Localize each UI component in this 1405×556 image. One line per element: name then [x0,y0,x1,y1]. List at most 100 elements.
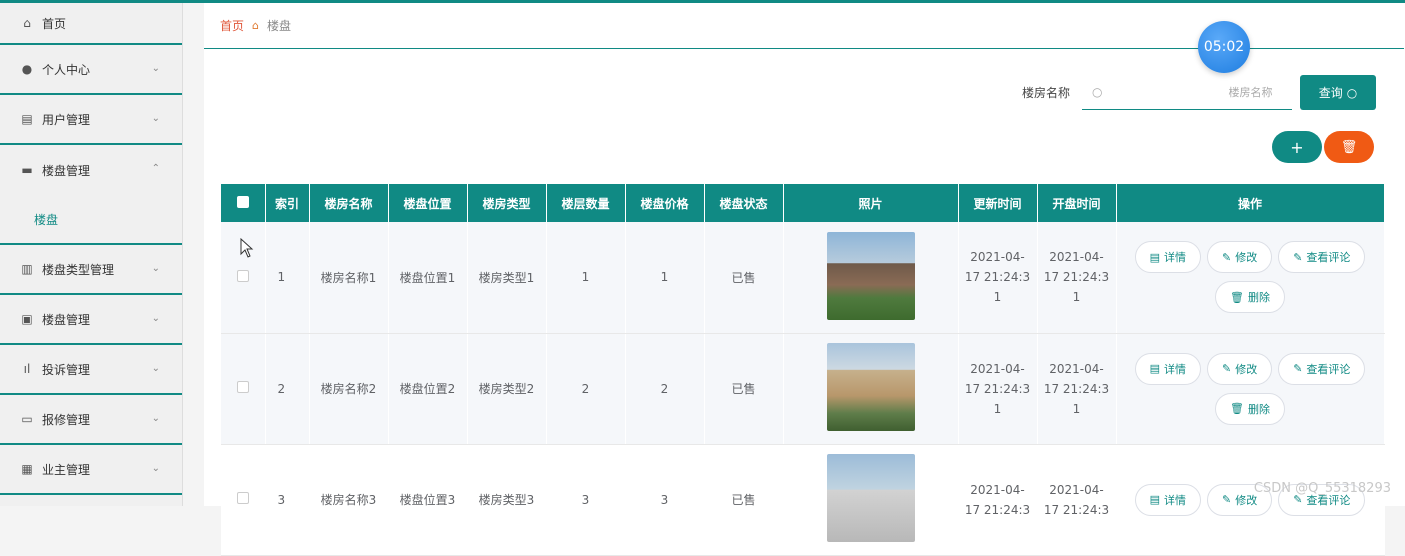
sidebar-item-label: 用户管理 [42,112,91,127]
cell-location: 楼盘位置1 [388,222,468,334]
cell-type: 楼房类型1 [467,222,547,334]
cell-status: 已售 [704,333,784,445]
delete-button[interactable]: 🗑 删除 [1215,392,1285,425]
sidebar-item-repair-management[interactable]: ▭ 报修管理 ⌄ [0,395,182,445]
main-content: 首页 ⌂ 楼盘 05:02 楼房名称 ○ 查询 ○ + 🗑 索引 楼房名称 楼盘… [204,3,1405,556]
property-photo[interactable] [826,454,915,542]
column-header: 楼盘位置 [388,184,468,222]
checklist-icon: ▣ [21,312,33,326]
time-line: 2021-04- [1049,361,1104,376]
delete-button[interactable]: 🗑 删除 [1215,281,1285,314]
property-table: 索引 楼房名称 楼盘位置 楼房类型 楼层数量 楼盘价格 楼盘状态 照片 更新时间… [221,184,1385,556]
chevron-down-icon: ⌄ [151,363,160,374]
message-icon: ▭ [21,412,33,426]
sidebar-item-label: 首页 [42,16,67,31]
cell-open-time: 2021-04- 17 21:24:3 1 [1037,222,1117,334]
cell-location: 楼盘位置3 [388,444,468,556]
batch-delete-button[interactable]: 🗑 [1324,131,1374,163]
view-reviews-button[interactable]: ✎ 查看评论 [1278,352,1366,385]
breadcrumb-home[interactable]: 首页 [220,17,244,34]
time-line: 17 21:24:3 [964,381,1031,396]
cell-name: 楼房名称3 [309,444,389,556]
row-checkbox[interactable] [236,381,249,393]
cell-actions: ▤ 详情 ✎ 修改 ✎ 查看评论 [1116,444,1385,556]
edit-button[interactable]: ✎ 修改 [1206,241,1273,274]
time-line: 2021-04- [1049,482,1104,497]
time-line: 2021-04- [970,482,1025,497]
cell-index: 1 [265,222,310,334]
trash-icon: 🗑 [1340,139,1358,155]
mouse-cursor-icon [240,238,254,258]
column-header: 楼房类型 [467,184,547,222]
detail-label: 详情 [1163,493,1186,507]
sidebar-item-label: 报修管理 [42,412,91,427]
cell-open-time: 2021-04- 17 21:24:3 1 [1037,333,1117,445]
column-header: 操作 [1116,184,1385,222]
cell-floors: 2 [546,333,626,445]
cell-location: 楼盘位置2 [388,333,468,445]
sidebar-item-property-type-management[interactable]: ▥ 楼盘类型管理 ⌄ [0,245,182,295]
sidebar-item-complaint-management[interactable]: ıl 投诉管理 ⌄ [0,345,182,395]
column-header: 楼盘价格 [625,184,705,222]
sidebar-subitem-label: 楼盘 [34,212,59,227]
sidebar-item-owner-management[interactable]: ▦ 业主管理 ⌄ [0,445,182,495]
time-line: 17 21:24:3 [1043,270,1110,285]
select-all-header[interactable] [221,184,266,222]
sidebar-item-home[interactable]: ⌂ 首页 [0,3,182,45]
sidebar-subitem-property[interactable]: 楼盘 [0,195,182,245]
bar-chart-icon: ▥ [21,262,33,276]
pencil-icon: ✎ [1293,250,1303,264]
cell-photo [783,333,959,445]
time-line: 17 21:24:3 [1043,502,1110,517]
property-photo[interactable] [826,231,915,320]
cell-price: 3 [625,444,705,556]
sidebar-item-label: 业主管理 [42,462,91,477]
pencil-icon: ✎ [1221,493,1232,506]
cell-name: 楼房名称2 [309,333,389,445]
column-header: 更新时间 [958,184,1038,222]
time-line: 2021-04- [970,361,1025,376]
select-all-checkbox[interactable] [236,195,249,208]
sidebar: ⌂ 首页 ● 个人中心 ⌄ ▤ 用户管理 ⌄ ▬ 楼盘管理 ⌃ 楼盘 ▥ 楼盘类… [0,3,183,506]
detail-button[interactable]: ▤ 详情 [1134,483,1201,516]
query-button[interactable]: 查询 ○ [1300,75,1376,110]
time-line: 2021-04- [970,250,1025,265]
row-select-cell [221,333,266,445]
cell-index: 3 [265,444,310,556]
search-icon: ○ [1092,85,1103,99]
sidebar-item-label: 楼盘类型管理 [42,262,115,277]
detail-button[interactable]: ▤ 详情 [1134,352,1201,385]
row-checkbox[interactable] [236,492,249,504]
sidebar-item-property-management-2[interactable]: ▣ 楼盘管理 ⌄ [0,295,182,345]
sidebar-item-label: 楼盘管理 [42,163,91,178]
chevron-down-icon: ⌄ [151,63,160,74]
search-field: ○ [1082,76,1292,110]
view-reviews-button[interactable]: ✎ 查看评论 [1278,241,1366,274]
chevron-down-icon: ⌄ [151,313,160,324]
search-input[interactable] [1102,77,1273,107]
search-bar: 楼房名称 ○ 查询 ○ [1022,75,1376,110]
property-photo[interactable] [826,343,915,431]
chevron-down-icon: ⌄ [151,263,160,274]
cell-status: 已售 [704,222,784,334]
sidebar-item-personal-center[interactable]: ● 个人中心 ⌄ [0,45,182,95]
add-button[interactable]: + [1272,131,1322,163]
cell-photo [783,444,959,556]
document-icon: ▤ [1149,493,1160,506]
time-line: 17 21:24:3 [964,270,1031,285]
row-checkbox[interactable] [236,269,249,282]
pencil-icon: ✎ [1221,362,1232,375]
cell-status: 已售 [704,444,784,556]
delete-label: 删除 [1247,402,1270,416]
timer-badge: 05:02 [1198,21,1250,73]
detail-label: 详情 [1163,362,1186,376]
grid-icon: ▦ [21,462,33,476]
detail-button[interactable]: ▤ 详情 [1134,241,1201,274]
cell-actions: ▤ 详情 ✎ 修改 ✎ 查看评论 🗑 删除 [1116,222,1385,334]
edit-button[interactable]: ✎ 修改 [1206,352,1273,385]
cell-update-time: 2021-04- 17 21:24:3 1 [958,222,1038,334]
sidebar-item-user-management[interactable]: ▤ 用户管理 ⌄ [0,95,182,145]
home-separator-icon: ⌂ [252,19,259,32]
search-label: 楼房名称 [1021,86,1070,100]
sidebar-item-property-management[interactable]: ▬ 楼盘管理 ⌃ [0,145,182,195]
